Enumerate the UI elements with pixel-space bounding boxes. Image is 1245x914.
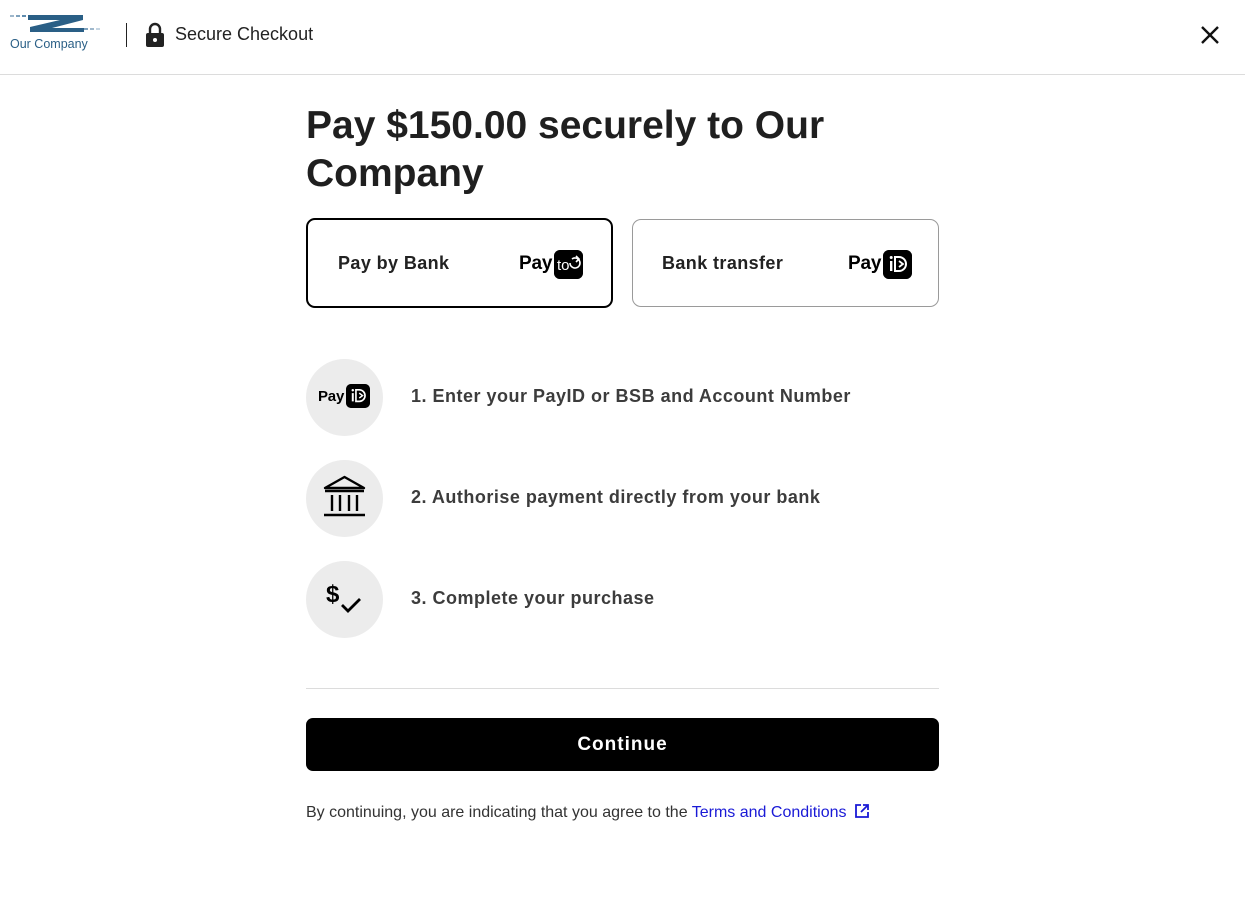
page-title: Pay $150.00 securely to Our Company [306, 104, 825, 195]
method-label: Bank transfer [662, 253, 784, 273]
section-divider [306, 688, 939, 689]
step-icon-circle [306, 460, 383, 537]
terms-link-text: Terms and Conditions [691, 804, 847, 821]
svg-text:to: to [557, 257, 570, 274]
step-text: 2. Authorise payment directly from your … [411, 487, 821, 507]
header-divider [126, 23, 127, 47]
payid-icon [346, 384, 371, 408]
step-text: 1. Enter your PayID or BSB and Account N… [411, 386, 851, 406]
bank-transfer-option[interactable]: Bank transfer Pay [632, 219, 939, 307]
payto-badge: Pay to [519, 249, 584, 279]
step-2: 2. Authorise payment directly from your … [306, 460, 946, 538]
dollar-check-icon: $ [326, 581, 361, 613]
bank-icon [323, 475, 366, 517]
terms-notice: By continuing, you are indicating that y… [306, 802, 871, 822]
pay-by-bank-option[interactable]: Pay by Bank Pay to [306, 218, 613, 308]
payid-badge: Pay [318, 384, 371, 408]
close-icon[interactable] [1197, 22, 1223, 48]
payid-icon [883, 249, 913, 279]
terms-prefix: By continuing, you are indicating that y… [306, 804, 688, 821]
company-logo: Our Company [8, 12, 104, 56]
logo-text: Our Company [10, 37, 88, 51]
step-icon-circle: $ [306, 561, 383, 638]
step-icon-circle: Pay [306, 359, 383, 436]
external-link-icon [854, 804, 869, 818]
method-label: Pay by Bank [338, 253, 450, 273]
logo-z-icon [10, 15, 100, 32]
step-text: 3. Complete your purchase [411, 588, 655, 608]
svg-text:$: $ [326, 581, 340, 608]
payto-icon: to [554, 249, 584, 279]
continue-button[interactable]: Continue [306, 718, 939, 771]
step-1: Pay 1. Enter your PayID or BSB and Accou… [306, 359, 946, 437]
header: Our Company Secure Checkout [0, 0, 1245, 75]
header-title: Secure Checkout [175, 24, 314, 44]
lock-icon [146, 22, 164, 47]
terms-link[interactable]: Terms and Conditions [692, 804, 871, 821]
payid-badge: Pay [848, 249, 913, 279]
step-3: $ 3. Complete your purchase [306, 561, 946, 639]
